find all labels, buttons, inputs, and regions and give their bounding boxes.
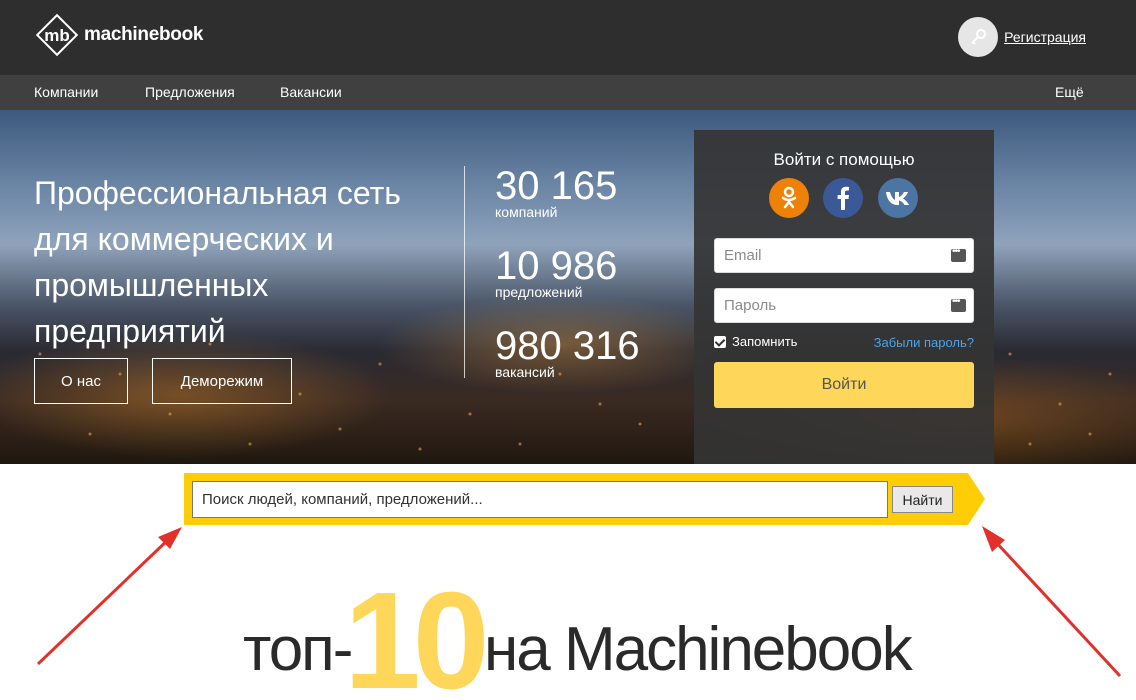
page: mb machinebook Регистрация Компании Пред… (0, 0, 1136, 700)
top10-word-prefix: топ- (243, 615, 353, 684)
top10-title: топ- 10 на Machinebook (0, 560, 1136, 700)
top10-word-suffix: на Machinebook (484, 615, 913, 684)
top10-number: 10 (344, 564, 489, 700)
